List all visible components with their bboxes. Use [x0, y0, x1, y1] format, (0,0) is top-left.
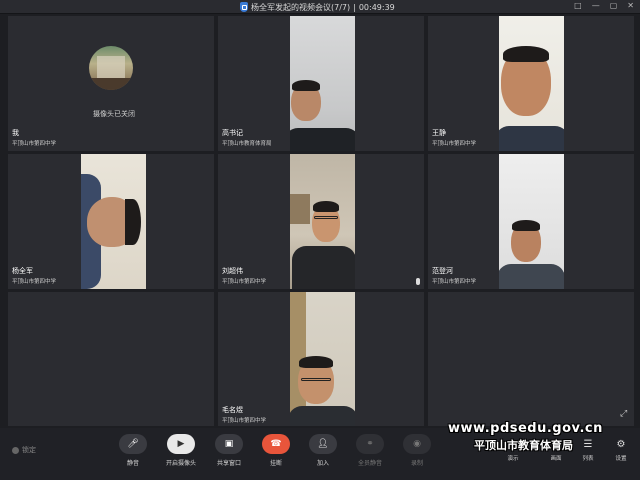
participant-org: 平顶山市第四中学 — [432, 141, 477, 147]
participant-org: 平顶山市第四中学 — [222, 279, 267, 285]
avatar — [89, 46, 133, 90]
participant-name: 毛名煜 — [222, 406, 243, 414]
share-label: 共享窗口 — [216, 460, 241, 467]
camera-label: 开启摄像头 — [165, 460, 196, 467]
share-window-button[interactable]: ▣ 共享窗口 — [211, 434, 247, 467]
lock-label: 锁定 — [22, 446, 36, 454]
settings-label: 设置 — [615, 456, 627, 462]
add-user-icon: 👤︎ — [309, 434, 337, 454]
watermark: www.pdsedu.gov.cn 平顶山市教育体育局 — [448, 421, 603, 453]
participant-org: 平顶山市第四中学 — [12, 279, 57, 285]
video-tile-empty — [8, 292, 214, 426]
join-label: 加入 — [316, 460, 329, 467]
video-tile-yang[interactable]: 杨全军 平顶山市第四中学 — [8, 154, 214, 289]
watermark-org: 平顶山市教育体育局 — [474, 439, 573, 452]
close-button[interactable]: ✕ — [627, 1, 634, 10]
video-feed — [290, 154, 355, 289]
settings-button[interactable]: ⚙ 设置 — [608, 438, 634, 462]
participant-org: 平顶山市教育体育局 — [222, 141, 272, 147]
record-button[interactable]: ◉ 录制 — [399, 434, 435, 467]
video-feed — [290, 292, 355, 426]
hangup-button[interactable]: ☎ 挂断 — [258, 434, 294, 467]
participant-org: 平顶山市第四中学 — [222, 418, 267, 424]
minimize-button[interactable]: — — [592, 1, 600, 10]
title-separator: | — [353, 2, 356, 12]
video-feed — [81, 154, 146, 289]
maximize-button[interactable]: ▢ — [610, 1, 618, 10]
participant-name: 杨全军 — [12, 267, 33, 275]
mute-all-label: 全员静音 — [357, 460, 382, 467]
lock-meeting-toggle[interactable]: 锁定 — [12, 445, 36, 455]
participant-name: 刘超伟 — [222, 267, 243, 275]
meeting-title: 杨全军发起的视频会议(7/7) — [251, 2, 351, 12]
present-label: 演示 — [507, 456, 519, 462]
fullscreen-icon[interactable]: ⤢ — [620, 409, 627, 419]
watermark-url: www.pdsedu.gov.cn — [448, 421, 603, 436]
video-tile-gao[interactable]: 高书记 平顶山市教育体育局 — [218, 16, 424, 151]
list-label: 列表 — [582, 456, 594, 462]
meeting-title-area: 杨全军发起的视频会议(7/7) | 00:49:39 — [240, 1, 395, 13]
join-button[interactable]: 👤︎ 加入 — [305, 434, 341, 467]
video-feed — [290, 16, 355, 151]
record-label: 录制 — [410, 460, 423, 467]
video-tile-mao[interactable]: 毛名煜 平顶山市第四中学 — [218, 292, 424, 426]
mute-all-icon: ⚭ — [356, 434, 384, 454]
window-controls: □ — ▢ ✕ — [574, 1, 634, 10]
camera-button[interactable]: ▶ 开启摄像头 — [163, 434, 199, 467]
microphone-icon: 🎤︎ — [119, 434, 147, 454]
layout-label: 画面 — [550, 456, 562, 462]
shield-icon — [240, 2, 248, 12]
participant-name: 王静 — [432, 129, 446, 137]
mute-all-button[interactable]: ⚭ 全员静音 — [352, 434, 388, 467]
participant-org: 平顶山市第四中学 — [432, 279, 477, 285]
video-feed — [499, 16, 564, 151]
video-tile-wang[interactable]: 王静 平顶山市第四中学 — [428, 16, 634, 151]
participant-org: 平顶山市第四中学 — [12, 141, 57, 147]
title-bar: 杨全军发起的视频会议(7/7) | 00:49:39 □ — ▢ ✕ — [0, 0, 640, 14]
meeting-timer: 00:49:39 — [358, 2, 395, 12]
hangup-label: 挂断 — [269, 460, 282, 467]
camera-icon: ▶ — [167, 434, 195, 454]
participant-name: 高书记 — [222, 129, 243, 137]
phone-hangup-icon: ☎ — [262, 434, 290, 454]
video-grid: 摄像头已关闭 我 平顶山市第四中学 高书记 平顶山市教育体育局 王静 平顶山市第… — [8, 16, 634, 426]
video-tile-empty — [428, 292, 634, 426]
camera-off-label: 摄像头已关闭 — [93, 110, 135, 118]
gear-icon: ⚙ — [616, 439, 626, 450]
mute-button[interactable]: 🎤︎ 静音 — [115, 434, 151, 467]
record-icon: ◉ — [403, 434, 431, 454]
video-tile-fan[interactable]: 范登河 平顶山市第四中学 — [428, 154, 634, 289]
participant-name: 范登河 — [432, 267, 453, 275]
lock-icon — [12, 446, 19, 454]
pin-window-button[interactable]: □ — [574, 1, 582, 10]
microphone-icon — [416, 278, 420, 285]
mute-label: 静音 — [126, 460, 139, 467]
participant-name: 我 — [12, 129, 19, 137]
video-tile-me[interactable]: 摄像头已关闭 我 平顶山市第四中学 — [8, 16, 214, 151]
video-feed — [499, 154, 564, 289]
video-tile-liu[interactable]: 刘超伟 平顶山市第四中学 — [218, 154, 424, 289]
share-screen-icon: ▣ — [215, 434, 243, 454]
